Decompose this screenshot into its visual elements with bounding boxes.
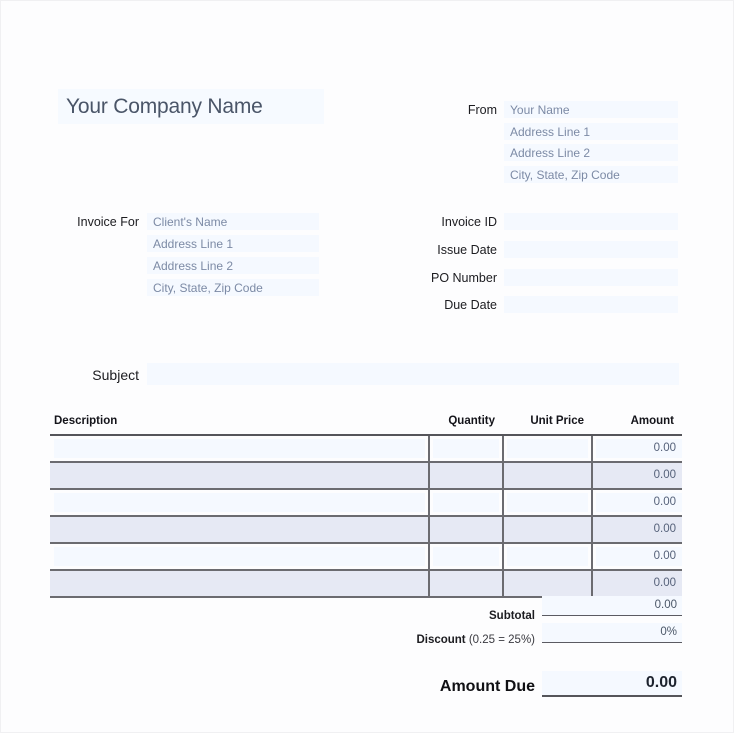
table-row: 0.00 xyxy=(50,570,682,598)
item-description-input[interactable] xyxy=(54,439,425,458)
item-description-cell[interactable] xyxy=(50,489,429,517)
item-amount-cell: 0.00 xyxy=(591,462,682,490)
item-description-input[interactable] xyxy=(54,574,425,593)
company-name-input[interactable]: Your Company Name xyxy=(58,89,324,124)
table-row: 0.00 xyxy=(50,462,682,490)
item-amount-value: 0.00 xyxy=(596,547,682,566)
from-name-input[interactable]: Your Name xyxy=(504,101,678,118)
from-label: From xyxy=(467,103,497,117)
item-unit-price-cell[interactable] xyxy=(502,435,592,463)
item-quantity-cell[interactable] xyxy=(428,570,503,598)
item-unit-price-input[interactable] xyxy=(507,574,588,593)
subject-input[interactable] xyxy=(147,363,679,385)
item-unit-price-cell[interactable] xyxy=(502,489,592,517)
po-number-label: PO Number xyxy=(431,271,497,285)
item-amount-value: 0.00 xyxy=(596,574,682,593)
invoice-id-label: Invoice ID xyxy=(441,215,497,229)
item-description-cell[interactable] xyxy=(50,462,429,490)
issue-date-input[interactable] xyxy=(504,241,678,258)
item-amount-cell: 0.00 xyxy=(591,489,682,517)
item-amount-value: 0.00 xyxy=(596,493,682,512)
item-amount-cell: 0.00 xyxy=(591,435,682,463)
item-amount-value: 0.00 xyxy=(596,439,682,458)
item-quantity-input[interactable] xyxy=(433,547,499,566)
discount-label: Discount (0.25 = 25%) xyxy=(331,634,535,647)
table-row: 0.00 xyxy=(50,435,682,463)
table-header-row: Description Quantity Unit Price Amount xyxy=(50,415,682,436)
item-quantity-input[interactable] xyxy=(433,520,499,539)
item-description-cell[interactable] xyxy=(50,543,429,571)
item-quantity-cell[interactable] xyxy=(428,489,503,517)
item-unit-price-input[interactable] xyxy=(507,439,588,458)
item-description-cell[interactable] xyxy=(50,570,429,598)
discount-label-text: Discount xyxy=(416,634,466,646)
item-description-cell[interactable] xyxy=(50,516,429,544)
subtotal-label-text: Subtotal xyxy=(489,610,535,622)
table-row: 0.00 xyxy=(50,489,682,517)
subtotal-value: 0.00 xyxy=(542,596,682,616)
line-items-table: Description Quantity Unit Price Amount 0… xyxy=(50,415,682,598)
po-number-input[interactable] xyxy=(504,269,678,286)
table-row: 0.00 xyxy=(50,516,682,544)
table-row: 0.00 xyxy=(50,543,682,571)
column-header-amount: Amount xyxy=(592,415,682,436)
item-amount-value: 0.00 xyxy=(596,466,682,485)
item-quantity-cell[interactable] xyxy=(428,516,503,544)
item-quantity-cell[interactable] xyxy=(428,462,503,490)
column-header-description: Description xyxy=(50,415,429,436)
client-city-state-zip-input[interactable]: City, State, Zip Code xyxy=(147,279,319,296)
column-header-quantity: Quantity xyxy=(429,415,503,436)
item-description-input[interactable] xyxy=(54,520,425,539)
amount-due-value: 0.00 xyxy=(542,671,682,697)
item-description-cell[interactable] xyxy=(50,435,429,463)
discount-input[interactable]: 0% xyxy=(542,623,682,643)
client-address-line-2-input[interactable]: Address Line 2 xyxy=(147,257,319,274)
issue-date-label: Issue Date xyxy=(437,243,497,257)
due-date-label: Due Date xyxy=(444,298,497,312)
item-amount-cell: 0.00 xyxy=(591,570,682,598)
item-description-input[interactable] xyxy=(54,547,425,566)
subtotal-label: Subtotal xyxy=(331,610,535,623)
due-date-input[interactable] xyxy=(504,296,678,313)
item-quantity-input[interactable] xyxy=(433,439,499,458)
item-unit-price-input[interactable] xyxy=(507,520,588,539)
client-name-input[interactable]: Client's Name xyxy=(147,213,319,230)
item-quantity-input[interactable] xyxy=(433,466,499,485)
from-address-line-1-input[interactable]: Address Line 1 xyxy=(504,123,678,140)
invoice-page: Your Company Name From Your Name Address… xyxy=(0,0,734,733)
item-description-input[interactable] xyxy=(54,493,425,512)
discount-hint-text: (0.25 = 25%) xyxy=(465,634,535,646)
item-unit-price-cell[interactable] xyxy=(502,570,592,598)
item-unit-price-cell[interactable] xyxy=(502,516,592,544)
item-unit-price-input[interactable] xyxy=(507,466,588,485)
item-quantity-input[interactable] xyxy=(433,493,499,512)
item-amount-value: 0.00 xyxy=(596,520,682,539)
from-city-state-zip-input[interactable]: City, State, Zip Code xyxy=(504,166,678,183)
subject-label: Subject xyxy=(92,367,139,383)
from-address-line-2-input[interactable]: Address Line 2 xyxy=(504,144,678,161)
item-unit-price-input[interactable] xyxy=(507,547,588,566)
item-amount-cell: 0.00 xyxy=(591,516,682,544)
amount-due-label: Amount Due xyxy=(439,678,535,695)
invoice-for-label: Invoice For xyxy=(77,215,139,229)
item-quantity-cell[interactable] xyxy=(428,435,503,463)
client-address-line-1-input[interactable]: Address Line 1 xyxy=(147,235,319,252)
invoice-id-input[interactable] xyxy=(504,213,678,230)
item-description-input[interactable] xyxy=(54,466,425,485)
item-quantity-input[interactable] xyxy=(433,574,499,593)
item-amount-cell: 0.00 xyxy=(591,543,682,571)
column-header-unit-price: Unit Price xyxy=(503,415,592,436)
item-unit-price-cell[interactable] xyxy=(502,462,592,490)
item-quantity-cell[interactable] xyxy=(428,543,503,571)
item-unit-price-cell[interactable] xyxy=(502,543,592,571)
item-unit-price-input[interactable] xyxy=(507,493,588,512)
